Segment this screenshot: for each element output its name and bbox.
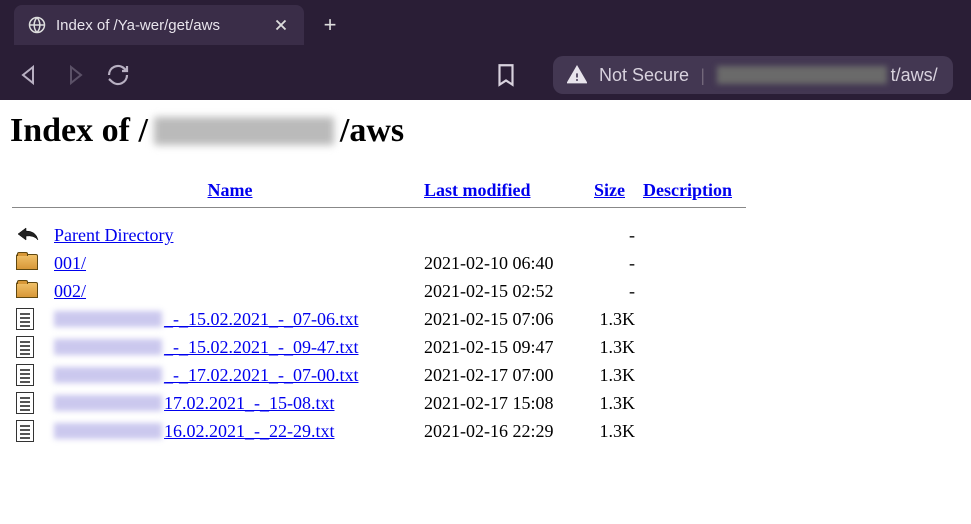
- close-icon[interactable]: [272, 16, 290, 34]
- file-link[interactable]: _-_15.02.2021_-_07-06.txt: [54, 309, 410, 330]
- directory-listing: Name Last modified Size Description Pare…: [12, 174, 746, 445]
- last-modified-cell: [420, 222, 590, 249]
- text-file-icon: [16, 420, 34, 442]
- new-tab-button[interactable]: +: [314, 9, 346, 41]
- filename-suffix: 16.02.2021_-_22-29.txt: [164, 421, 335, 442]
- address-suffix: t/aws/: [891, 65, 938, 86]
- page-content: Index of / /aws Name Last modified Size …: [0, 100, 971, 457]
- heading-suffix: /aws: [340, 112, 404, 150]
- filename-obscured: [54, 395, 162, 411]
- description-cell: [639, 417, 746, 445]
- description-cell: [639, 361, 746, 389]
- reload-button[interactable]: [106, 63, 130, 87]
- back-button[interactable]: [18, 63, 42, 87]
- table-row: _-_15.02.2021_-_07-06.txt 2021-02-15 07:0…: [12, 305, 746, 333]
- header-size[interactable]: Size: [594, 180, 625, 200]
- file-name-cell: _-_15.02.2021_-_07-06.txt: [50, 305, 420, 333]
- address-separator: |: [701, 65, 705, 86]
- parent-directory-link[interactable]: Parent Directory: [54, 225, 410, 246]
- last-modified-cell: 2021-02-15 09:47: [420, 333, 590, 361]
- size-cell: 1.3K: [590, 417, 639, 445]
- nav-toolbar: Not Secure | t/aws/: [0, 50, 971, 100]
- table-row: 16.02.2021_-_22-29.txt 2021-02-16 22:291.…: [12, 417, 746, 445]
- directory-link[interactable]: 002/: [54, 281, 410, 302]
- size-cell: 1.3K: [590, 361, 639, 389]
- size-cell: -: [590, 277, 639, 305]
- file-name-cell: 002/: [50, 277, 420, 305]
- filename-obscured: [54, 311, 162, 327]
- forward-button[interactable]: [62, 63, 86, 87]
- table-row: _-_17.02.2021_-_07-00.txt 2021-02-17 07:0…: [12, 361, 746, 389]
- file-name-cell: Parent Directory: [50, 222, 420, 249]
- last-modified-cell: 2021-02-15 07:06: [420, 305, 590, 333]
- file-link[interactable]: 17.02.2021_-_15-08.txt: [54, 393, 410, 414]
- table-row: 002/2021-02-15 02:52-: [12, 277, 746, 305]
- description-cell: [639, 305, 746, 333]
- filename-suffix: _-_15.02.2021_-_07-06.txt: [164, 309, 358, 330]
- heading-obscured: [154, 117, 334, 145]
- file-name-cell: 17.02.2021_-_15-08.txt: [50, 389, 420, 417]
- filename-obscured: [54, 367, 162, 383]
- description-cell: [639, 333, 746, 361]
- file-name-cell: _-_15.02.2021_-_09-47.txt: [50, 333, 420, 361]
- table-header: Name Last modified Size Description: [12, 174, 746, 208]
- last-modified-cell: 2021-02-10 06:40: [420, 249, 590, 277]
- table-row: 17.02.2021_-_15-08.txt 2021-02-17 15:081.…: [12, 389, 746, 417]
- header-name[interactable]: Name: [208, 180, 253, 200]
- globe-icon: [28, 16, 46, 34]
- filename-suffix: 17.02.2021_-_15-08.txt: [164, 393, 335, 414]
- description-cell: [639, 389, 746, 417]
- table-row: _-_15.02.2021_-_09-47.txt 2021-02-15 09:4…: [12, 333, 746, 361]
- address-text: t/aws/: [717, 65, 938, 86]
- browser-chrome: Index of /Ya-wer/get/aws + Not Secure |: [0, 0, 971, 100]
- file-link[interactable]: _-_15.02.2021_-_09-47.txt: [54, 337, 410, 358]
- bookmark-icon[interactable]: [493, 62, 519, 88]
- filename-obscured: [54, 423, 162, 439]
- size-cell: 1.3K: [590, 333, 639, 361]
- filename-suffix: _-_17.02.2021_-_07-00.txt: [164, 365, 358, 386]
- description-cell: [639, 222, 746, 249]
- size-cell: 1.3K: [590, 389, 639, 417]
- folder-icon: [16, 254, 40, 274]
- description-cell: [639, 249, 746, 277]
- filename-obscured: [54, 339, 162, 355]
- file-link[interactable]: _-_17.02.2021_-_07-00.txt: [54, 365, 410, 386]
- table-row: 001/2021-02-10 06:40-: [12, 249, 746, 277]
- file-name-cell: 16.02.2021_-_22-29.txt: [50, 417, 420, 445]
- address-bar[interactable]: Not Secure | t/aws/: [553, 56, 953, 94]
- file-link[interactable]: 16.02.2021_-_22-29.txt: [54, 421, 410, 442]
- folder-icon: [16, 282, 40, 302]
- file-name-cell: _-_17.02.2021_-_07-00.txt: [50, 361, 420, 389]
- last-modified-cell: 2021-02-17 07:00: [420, 361, 590, 389]
- size-cell: -: [590, 249, 639, 277]
- text-file-icon: [16, 336, 34, 358]
- header-modified[interactable]: Last modified: [424, 180, 531, 200]
- tab-bar: Index of /Ya-wer/get/aws +: [0, 0, 971, 50]
- heading-prefix: Index of /: [10, 112, 148, 150]
- address-obscured: [717, 66, 887, 84]
- last-modified-cell: 2021-02-15 02:52: [420, 277, 590, 305]
- tab-title: Index of /Ya-wer/get/aws: [56, 17, 262, 34]
- back-arrow-icon: [16, 226, 40, 246]
- table-row: Parent Directory -: [12, 222, 746, 249]
- directory-link[interactable]: 001/: [54, 253, 410, 274]
- description-cell: [639, 277, 746, 305]
- header-description[interactable]: Description: [643, 180, 732, 200]
- not-secure-label: Not Secure: [599, 65, 689, 86]
- active-tab[interactable]: Index of /Ya-wer/get/aws: [14, 5, 304, 45]
- size-cell: -: [590, 222, 639, 249]
- text-file-icon: [16, 308, 34, 330]
- text-file-icon: [16, 392, 34, 414]
- page-title: Index of / /aws: [10, 112, 961, 150]
- warning-icon: [567, 65, 587, 85]
- size-cell: 1.3K: [590, 305, 639, 333]
- text-file-icon: [16, 364, 34, 386]
- filename-suffix: _-_15.02.2021_-_09-47.txt: [164, 337, 358, 358]
- last-modified-cell: 2021-02-16 22:29: [420, 417, 590, 445]
- file-name-cell: 001/: [50, 249, 420, 277]
- last-modified-cell: 2021-02-17 15:08: [420, 389, 590, 417]
